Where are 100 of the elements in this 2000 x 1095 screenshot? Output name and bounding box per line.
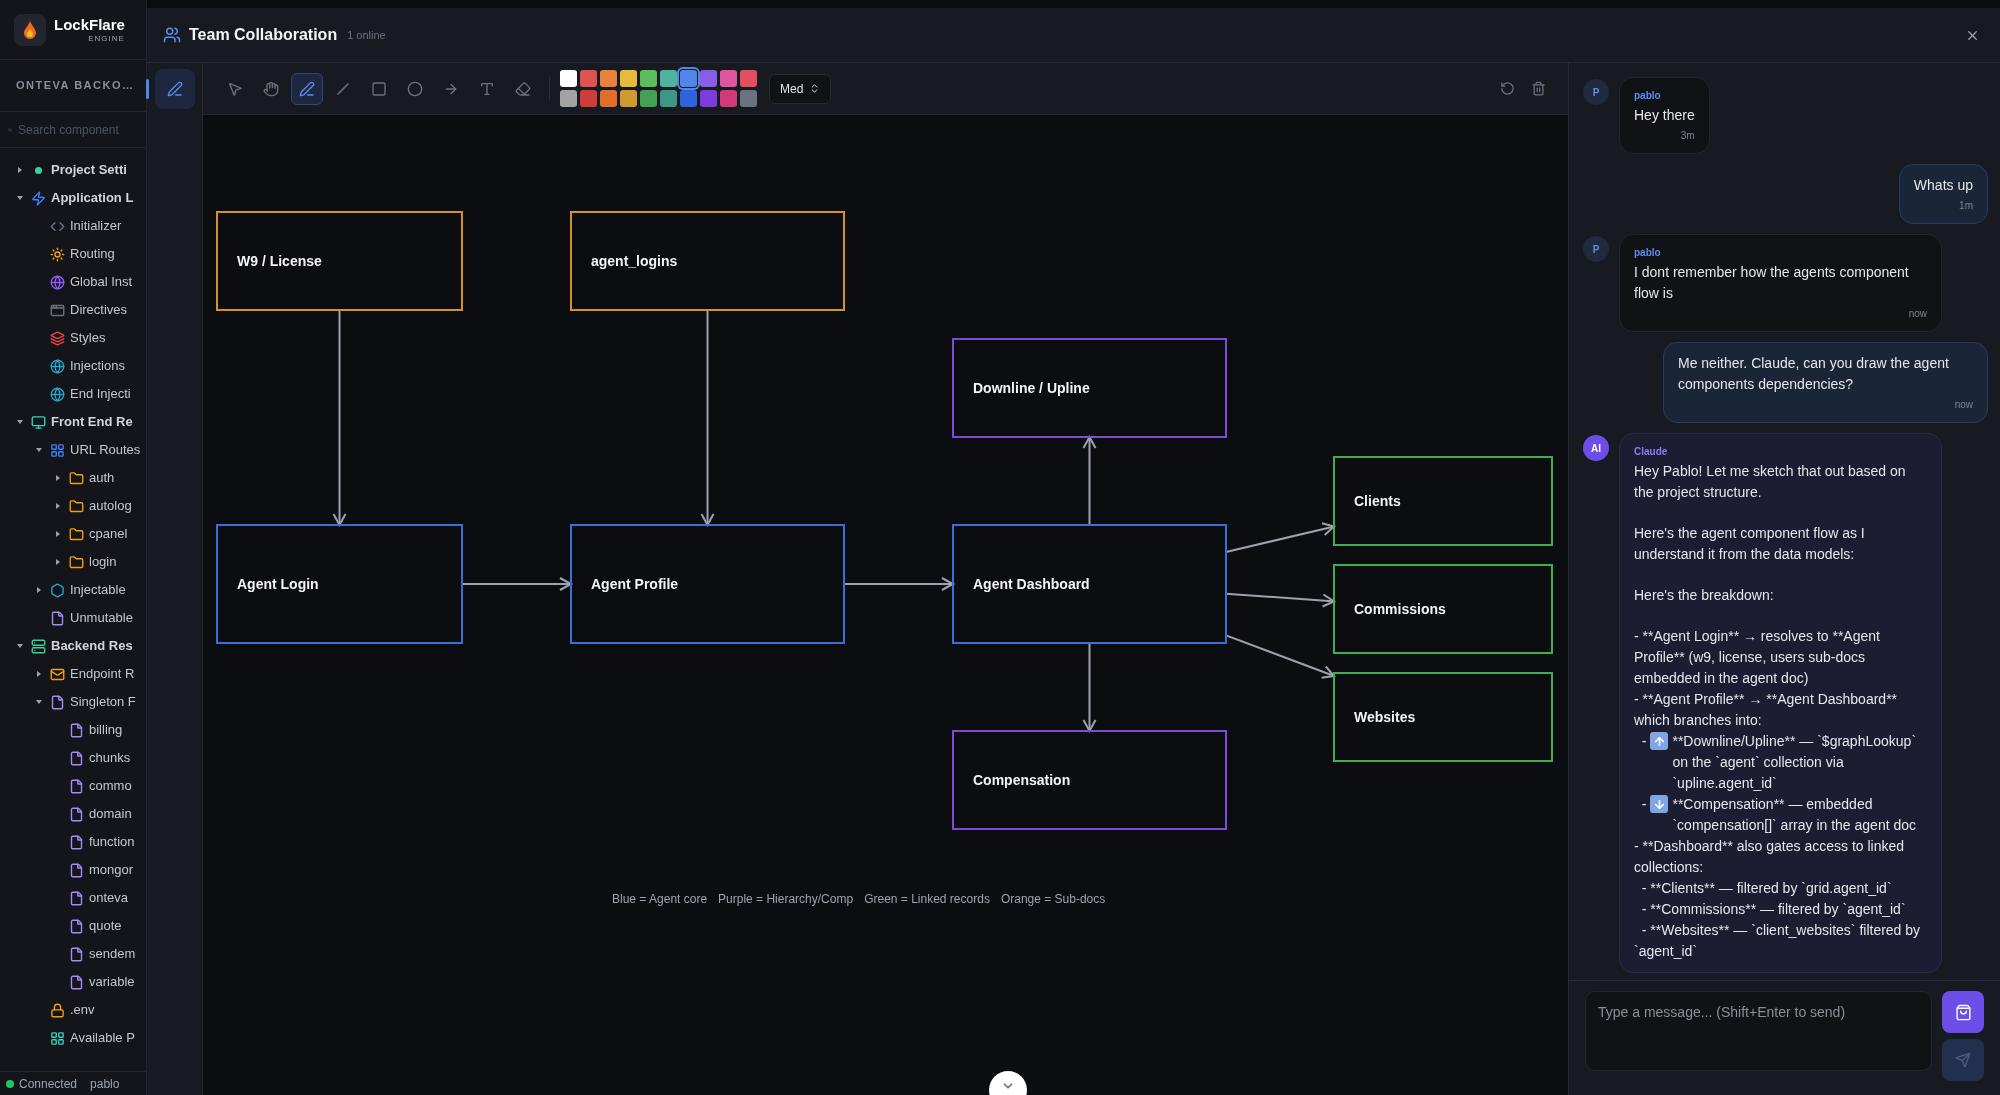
connection-status: Connected bbox=[19, 1075, 78, 1093]
tree-item[interactable]: cpanel bbox=[89, 524, 128, 544]
color-swatch[interactable] bbox=[600, 90, 617, 107]
color-swatch[interactable] bbox=[580, 70, 597, 87]
pen-tool-button[interactable] bbox=[154, 69, 195, 109]
stroke-size-select[interactable]: Med bbox=[769, 73, 832, 104]
color-swatch[interactable] bbox=[700, 70, 717, 87]
color-swatch[interactable] bbox=[640, 70, 657, 87]
tree-item[interactable]: quote bbox=[89, 916, 122, 936]
legend-label: Blue = Agent core bbox=[612, 891, 708, 908]
color-swatch[interactable] bbox=[680, 90, 697, 107]
tree-item[interactable]: End Injecti bbox=[70, 384, 131, 404]
bolt-icon bbox=[31, 190, 46, 206]
mail-icon bbox=[50, 666, 65, 682]
color-swatch[interactable] bbox=[740, 90, 757, 107]
lock-icon bbox=[50, 1002, 65, 1018]
color-swatch[interactable] bbox=[560, 90, 577, 107]
color-swatch[interactable] bbox=[660, 90, 677, 107]
tree-item[interactable]: Application L bbox=[51, 188, 134, 208]
color-swatch[interactable] bbox=[720, 90, 737, 107]
tree-item[interactable]: auth bbox=[89, 468, 115, 488]
tree-item[interactable]: Injections bbox=[70, 356, 125, 376]
caret-icon[interactable] bbox=[53, 474, 62, 482]
tree-item[interactable]: URL Routes bbox=[70, 440, 141, 460]
color-swatch[interactable] bbox=[640, 90, 657, 107]
color-swatch[interactable] bbox=[680, 70, 697, 87]
caret-icon[interactable] bbox=[34, 446, 43, 454]
server-icon bbox=[31, 638, 46, 654]
tree-item[interactable]: Endpoint R bbox=[70, 664, 135, 684]
tree-item[interactable]: domain bbox=[89, 804, 132, 824]
color-swatch[interactable] bbox=[620, 90, 637, 107]
message-line: - **Dashboard** also gates access to linked collections: bbox=[1634, 837, 1906, 877]
send-button[interactable] bbox=[1942, 1039, 1984, 1081]
tree-item[interactable]: sendem bbox=[89, 944, 136, 964]
tree-item[interactable]: Unmutable bbox=[70, 608, 133, 628]
message-line: Here's the agent component flow as I understand it from the data models: bbox=[1634, 524, 1866, 564]
tree-item[interactable]: .env bbox=[70, 1000, 95, 1020]
caret-icon[interactable] bbox=[53, 530, 62, 538]
folder-icon bbox=[69, 554, 84, 570]
caret-icon[interactable] bbox=[15, 642, 24, 650]
diagram-node: W9 / License bbox=[216, 211, 463, 311]
message-author: pablo bbox=[1634, 246, 1662, 260]
globe-icon bbox=[50, 274, 65, 290]
online-count: 1 online bbox=[347, 27, 386, 43]
text-icon bbox=[479, 80, 495, 97]
caret-icon[interactable] bbox=[53, 558, 62, 566]
tree-item[interactable]: Global Inst bbox=[70, 272, 133, 292]
tree-item[interactable]: Backend Res bbox=[51, 636, 133, 656]
message-line: **Compensation** — embedded `compensation[]` array in the agent doc bbox=[1672, 795, 1918, 835]
pen-tool-button[interactable] bbox=[291, 72, 323, 105]
tree-item[interactable]: commo bbox=[89, 776, 132, 796]
message-time: 3m bbox=[1680, 129, 1695, 143]
tree-item[interactable]: billing bbox=[89, 720, 123, 740]
tree-item[interactable]: Directives bbox=[70, 300, 128, 320]
tree-item[interactable]: Injectable bbox=[70, 580, 126, 600]
tree-item[interactable]: function bbox=[89, 832, 135, 852]
color-swatch[interactable] bbox=[700, 90, 717, 107]
caret-icon[interactable] bbox=[53, 502, 62, 510]
message-author: Claude bbox=[1634, 445, 1669, 459]
color-swatch[interactable] bbox=[560, 70, 577, 87]
file-icon bbox=[69, 890, 84, 906]
tree-item[interactable]: Front End Re bbox=[51, 412, 133, 432]
tree-item[interactable]: onteva bbox=[89, 888, 129, 908]
search-field[interactable]: Search component bbox=[18, 120, 138, 139]
hexagon-icon bbox=[50, 582, 65, 598]
user-name: pablo bbox=[90, 1075, 120, 1093]
message-input[interactable]: Type a message... (Shift+Enter to send) bbox=[1585, 991, 1932, 1071]
caret-icon[interactable] bbox=[34, 670, 43, 678]
tree-item[interactable]: Routing bbox=[70, 244, 115, 264]
message-text: Hey there bbox=[1634, 106, 1695, 125]
tree-item[interactable]: Styles bbox=[70, 328, 106, 348]
tree-item[interactable]: chunks bbox=[89, 748, 131, 768]
tree-item[interactable]: mongor bbox=[89, 860, 134, 880]
color-swatch[interactable] bbox=[740, 70, 757, 87]
tree-item[interactable]: Initializer bbox=[70, 216, 122, 236]
line-icon bbox=[335, 80, 351, 97]
color-swatch[interactable] bbox=[580, 90, 597, 107]
caret-icon[interactable] bbox=[15, 418, 24, 426]
caret-icon[interactable] bbox=[15, 166, 24, 174]
diagram-node: Downline / Upline bbox=[952, 338, 1227, 438]
diagram-node: Agent Login bbox=[216, 524, 463, 644]
color-swatch[interactable] bbox=[720, 70, 737, 87]
message-time: now bbox=[1954, 398, 1973, 412]
color-swatch[interactable] bbox=[660, 70, 677, 87]
tree-item[interactable]: login bbox=[89, 552, 117, 572]
file-icon bbox=[50, 694, 65, 710]
color-swatch[interactable] bbox=[600, 70, 617, 87]
tree-item[interactable]: autolog bbox=[89, 496, 132, 516]
tree-item[interactable]: Singleton F bbox=[70, 692, 136, 712]
tree-item[interactable]: Available P bbox=[70, 1028, 135, 1048]
app-subtitle: ENGINE bbox=[88, 34, 125, 43]
tree-item[interactable]: variable bbox=[89, 972, 135, 992]
list-dash: - bbox=[1640, 795, 1647, 814]
folder-icon bbox=[69, 470, 84, 486]
caret-icon[interactable] bbox=[34, 586, 43, 594]
file-icon bbox=[69, 806, 84, 822]
caret-icon[interactable] bbox=[15, 194, 24, 202]
color-swatch[interactable] bbox=[620, 70, 637, 87]
caret-icon[interactable] bbox=[34, 698, 43, 706]
tree-item[interactable]: Project Setti bbox=[51, 160, 127, 180]
